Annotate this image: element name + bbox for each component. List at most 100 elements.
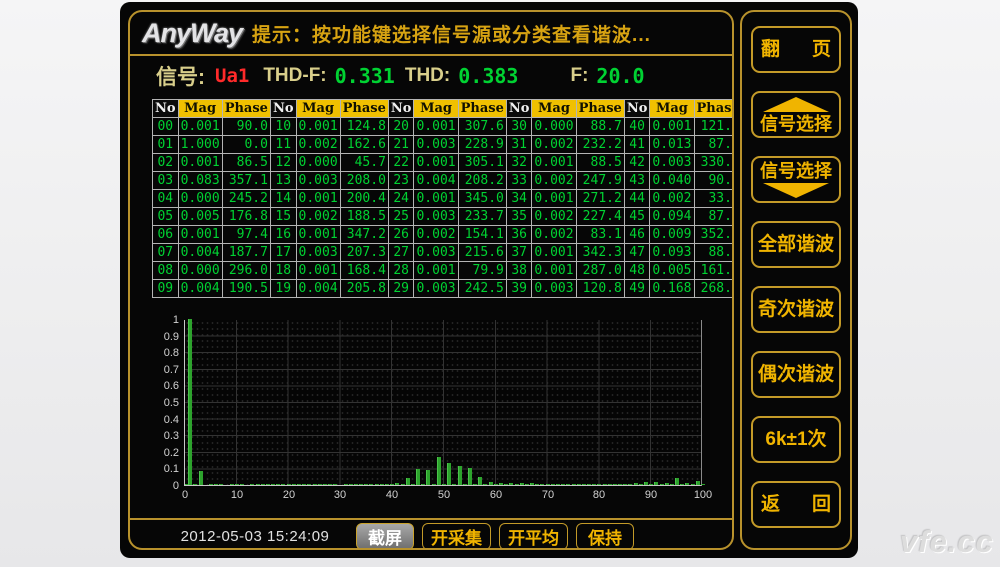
y-axis-tick-label: 0.8 (149, 347, 179, 359)
harmonic-bar-1 (188, 319, 192, 485)
x-axis-tick-label: 80 (584, 489, 614, 501)
harmonic-no-cell: 22 (388, 154, 414, 172)
mag-cell: 0.001 (414, 118, 458, 136)
harmonic-no-cell: 02 (153, 154, 179, 172)
harmonic-no-cell: 18 (270, 262, 296, 280)
harmonic-bar-15 (261, 484, 265, 485)
harmonic-bar-63 (509, 483, 513, 485)
y-axis-tick-label: 0.7 (149, 364, 179, 376)
phase-cell: 97.4 (222, 226, 270, 244)
status-bar: 2012-05-03 15:24:09 截屏开采集开平均保持 (130, 518, 732, 550)
harmonic-bar-47 (426, 470, 430, 485)
harmonic-bar-32 (349, 484, 353, 485)
harmonic-bar-16 (266, 484, 270, 485)
harmonic-no-cell: 08 (153, 262, 179, 280)
col-header-no: No (153, 100, 179, 118)
harmonic-bar-17 (271, 484, 275, 485)
phase-cell: 45.7 (340, 154, 388, 172)
harmonic-bar-20 (287, 484, 291, 485)
mag-cell: 0.003 (414, 280, 458, 298)
phase-cell: 121.3 (694, 118, 734, 136)
harmonic-bar-93 (665, 483, 669, 485)
mag-cell: 0.001 (296, 190, 340, 208)
harmonic-no-cell: 41 (624, 136, 650, 154)
harmonic-no-cell: 25 (388, 208, 414, 226)
phase-cell: 287.0 (576, 262, 624, 280)
footer-button-开平均[interactable]: 开平均 (499, 523, 568, 550)
mag-cell: 0.001 (414, 190, 458, 208)
harmonic-no-cell: 42 (624, 154, 650, 172)
harmonic-bar-10 (235, 484, 239, 485)
harmonic-bar-92 (660, 484, 664, 485)
harmonic-bar-73 (561, 484, 565, 485)
mag-cell: 0.001 (178, 118, 222, 136)
mag-cell: 0.001 (178, 154, 222, 172)
title-bar: AnyWay 提示：按功能键选择信号源或分类查看谐波... (130, 12, 732, 56)
harmonic-no-cell: 11 (270, 136, 296, 154)
harmonics-table: NoMagPhaseNoMagPhaseNoMagPhaseNoMagPhase… (152, 99, 734, 298)
harmonic-bar-76 (577, 484, 581, 485)
harmonic-no-cell: 15 (270, 208, 296, 226)
harmonic-no-cell: 17 (270, 244, 296, 262)
harmonic-bar-31 (344, 484, 348, 485)
phase-cell: 352.6 (694, 226, 734, 244)
col-header-no: No (506, 100, 532, 118)
sidebar-button-label: 返回 (761, 495, 831, 514)
mag-cell: 0.001 (532, 190, 576, 208)
harmonic-no-cell: 03 (153, 172, 179, 190)
sidebar-button-label: 信号选择 (760, 115, 832, 133)
phase-cell: 200.4 (340, 190, 388, 208)
harmonic-bar-60 (494, 484, 498, 485)
footer-button-保持[interactable]: 保持 (576, 523, 634, 550)
function-key-sidebar: 翻页信号选择信号选择全部谐波奇次谐波偶次谐波6k±1次返回 (740, 10, 852, 550)
phase-cell: 228.9 (458, 136, 506, 154)
mag-cell: 0.168 (650, 280, 694, 298)
mag-cell: 0.001 (414, 262, 458, 280)
phase-cell: 208.0 (340, 172, 388, 190)
harmonic-bar-7 (219, 484, 223, 485)
mag-cell: 0.001 (650, 118, 694, 136)
return-button[interactable]: 返回 (751, 481, 841, 528)
table-row: 020.00186.5120.00045.7220.001305.1320.00… (153, 154, 735, 172)
all-harmonics-button[interactable]: 全部谐波 (751, 221, 841, 268)
phase-cell: 232.2 (576, 136, 624, 154)
page-turn-button[interactable]: 翻页 (751, 26, 841, 73)
harmonic-bar-71 (551, 484, 555, 485)
signal-select-down-button[interactable]: 信号选择 (751, 156, 841, 203)
harmonic-bar-23 (302, 484, 306, 485)
signal-select-up-button[interactable]: 信号选择 (751, 91, 841, 138)
harmonic-bar-100 (701, 484, 705, 485)
mag-cell: 0.004 (178, 244, 222, 262)
arrow-down-icon (763, 183, 829, 198)
harmonic-bar-25 (313, 484, 317, 485)
phase-cell: 307.6 (458, 118, 506, 136)
odd-harmonics-button[interactable]: 奇次谐波 (751, 286, 841, 333)
harmonic-bar-28 (328, 484, 332, 485)
footer-button-开采集[interactable]: 开采集 (422, 523, 491, 550)
mag-cell: 0.001 (178, 226, 222, 244)
even-harmonics-button[interactable]: 偶次谐波 (751, 351, 841, 398)
col-header-no: No (388, 100, 414, 118)
harmonic-no-cell: 13 (270, 172, 296, 190)
harmonic-no-cell: 28 (388, 262, 414, 280)
screenshot-button[interactable]: 截屏 (356, 523, 414, 550)
y-axis-tick-label: 0.9 (149, 331, 179, 343)
phase-cell: 0.0 (222, 136, 270, 154)
harmonic-bar-80 (597, 484, 601, 485)
mag-cell: 0.094 (650, 208, 694, 226)
x-axis-tick-label: 100 (688, 489, 718, 501)
harmonic-bar-83 (613, 484, 617, 485)
phase-cell: 88.5 (576, 154, 624, 172)
harmonic-bar-57 (478, 477, 482, 485)
phase-cell: 88.7 (576, 118, 624, 136)
phase-cell: 124.8 (340, 118, 388, 136)
phase-cell: 83.1 (576, 226, 624, 244)
harmonic-bar-26 (318, 484, 322, 485)
6k-plus-minus-1-button[interactable]: 6k±1次 (751, 416, 841, 463)
harmonic-bar-89 (644, 482, 648, 485)
phase-cell: 345.0 (458, 190, 506, 208)
instrument-screen: AnyWay 提示：按功能键选择信号源或分类查看谐波... 信号: Ua1 TH… (120, 2, 858, 558)
phase-cell: 176.8 (222, 208, 270, 226)
mag-cell: 0.002 (296, 208, 340, 226)
phase-cell: 87.5 (694, 208, 734, 226)
